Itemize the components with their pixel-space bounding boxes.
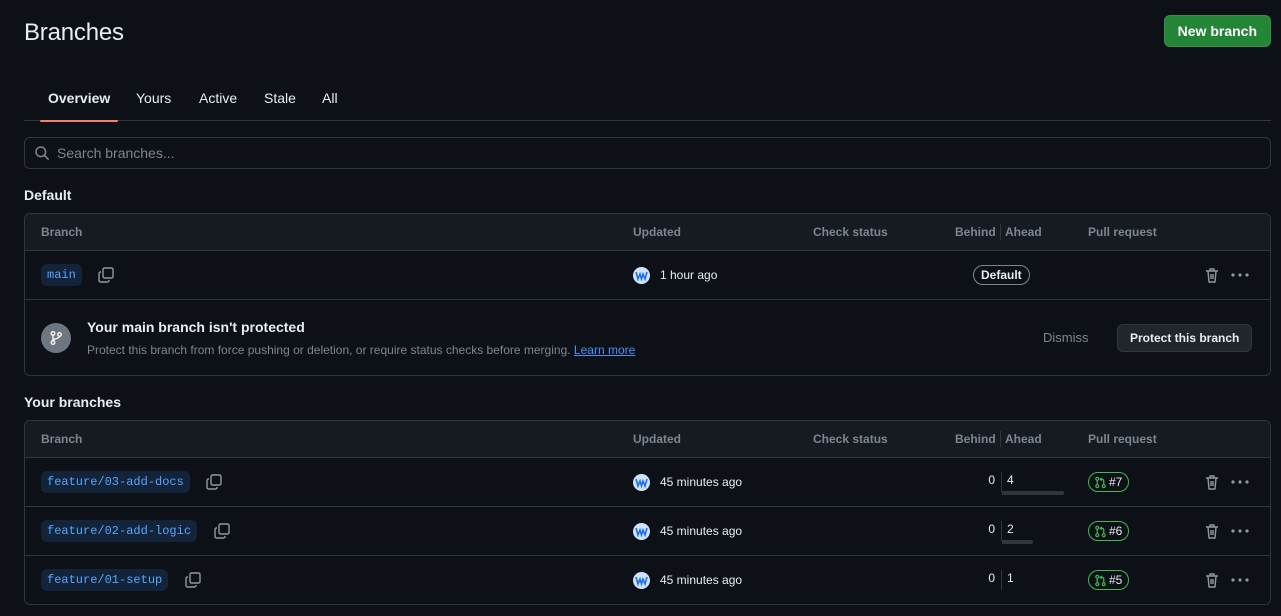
default-branch-table: Branch Updated Check status Behind Ahead… — [24, 213, 1271, 376]
pull-request-badge[interactable]: #7 — [1088, 472, 1130, 492]
search-input[interactable] — [57, 138, 1257, 168]
column-updated: Updated — [633, 225, 681, 239]
pull-request-number: #5 — [1109, 573, 1123, 587]
notice-text: Protect this branch from force pushing o… — [87, 343, 635, 357]
user-avatar[interactable] — [633, 474, 650, 491]
column-check-status: Check status — [813, 432, 888, 446]
user-avatar[interactable] — [633, 267, 650, 284]
column-behind: Behind — [955, 225, 996, 239]
updated-time: 1 hour ago — [660, 268, 718, 282]
tab-stale[interactable]: Stale — [264, 77, 296, 121]
default-section-title: Default — [24, 187, 72, 203]
copy-icon[interactable] — [205, 473, 223, 491]
table-row: main 1 hour ago Default — [25, 251, 1270, 300]
kebab-horizontal-icon[interactable] — [1230, 522, 1250, 540]
behind-count: 0 — [988, 522, 995, 536]
column-pull-request: Pull request — [1088, 432, 1157, 446]
behind-ahead-divider — [1000, 431, 1001, 447]
table-row: feature/02-add-logic 45 minutes ago 0 2 … — [25, 507, 1270, 556]
updated-time: 45 minutes ago — [660, 524, 743, 538]
copy-icon[interactable] — [97, 266, 115, 284]
notice-title: Your main branch isn't protected — [87, 319, 305, 335]
trash-icon[interactable] — [1203, 266, 1221, 284]
tab-yours[interactable]: Yours — [136, 77, 171, 121]
branches-page: Branches New branch Overview Yours Activ… — [24, 0, 1271, 616]
behind-ahead-divider — [1001, 521, 1002, 541]
table-row: feature/03-add-docs 45 minutes ago 0 4 #… — [25, 458, 1270, 507]
default-badge: Default — [973, 265, 1030, 285]
behind-ahead-divider — [1001, 570, 1002, 590]
branch-name-link[interactable]: feature/02-add-logic — [41, 520, 198, 542]
ahead-count: 2 — [1007, 522, 1014, 536]
pull-request-badge[interactable]: #5 — [1088, 570, 1130, 590]
column-check-status: Check status — [813, 225, 888, 239]
branch-name-link[interactable]: feature/03-add-docs — [41, 471, 190, 493]
git-pull-request-icon — [1095, 525, 1106, 538]
behind-ahead-divider — [1001, 472, 1002, 492]
column-behind: Behind — [955, 432, 996, 446]
kebab-horizontal-icon[interactable] — [1230, 473, 1250, 491]
behind-count: 0 — [988, 571, 995, 585]
ahead-count: 1 — [1007, 571, 1014, 585]
trash-icon[interactable] — [1203, 473, 1221, 491]
search-box — [24, 137, 1271, 169]
table-header: Branch Updated Check status Behind Ahead… — [25, 421, 1270, 458]
kebab-horizontal-icon[interactable] — [1230, 266, 1250, 284]
column-ahead: Ahead — [1005, 225, 1042, 239]
tab-active[interactable]: Active — [199, 77, 237, 121]
table-header: Branch Updated Check status Behind Ahead… — [25, 214, 1270, 251]
branch-name-link[interactable]: feature/01-setup — [41, 569, 169, 591]
column-branch: Branch — [41, 432, 83, 446]
ahead-bar — [1002, 491, 1064, 495]
kebab-horizontal-icon[interactable] — [1230, 571, 1250, 589]
ahead-count: 4 — [1007, 473, 1014, 487]
copy-icon[interactable] — [213, 522, 231, 540]
trash-icon[interactable] — [1203, 571, 1221, 589]
branch-name-link[interactable]: main — [41, 264, 82, 286]
pull-request-number: #6 — [1109, 524, 1123, 538]
updated-time: 45 minutes ago — [660, 475, 743, 489]
user-avatar[interactable] — [633, 523, 650, 540]
behind-ahead-divider — [1000, 224, 1001, 240]
ahead-bar — [1002, 540, 1033, 544]
table-row: feature/01-setup 45 minutes ago 0 1 #5 — [25, 556, 1270, 604]
notice-description: Protect this branch from force pushing o… — [87, 343, 571, 357]
behind-count: 0 — [988, 473, 995, 487]
learn-more-link[interactable]: Learn more — [574, 343, 635, 357]
search-icon — [35, 146, 49, 160]
pull-request-badge[interactable]: #6 — [1088, 521, 1130, 541]
branch-filter-tabs: Overview Yours Active Stale All — [24, 77, 1271, 122]
tab-overview[interactable]: Overview — [39, 77, 119, 122]
branch-protection-notice: Your main branch isn't protected Protect… — [25, 300, 1270, 375]
copy-icon[interactable] — [184, 571, 202, 589]
updated-time: 45 minutes ago — [660, 573, 743, 587]
column-branch: Branch — [41, 225, 83, 239]
column-pull-request: Pull request — [1088, 225, 1157, 239]
column-updated: Updated — [633, 432, 681, 446]
new-branch-button[interactable]: New branch — [1163, 15, 1271, 47]
pull-request-number: #7 — [1109, 475, 1123, 489]
your-branches-section-title: Your branches — [24, 394, 121, 410]
user-avatar[interactable] — [633, 572, 650, 589]
git-branch-icon — [41, 323, 71, 353]
column-ahead: Ahead — [1005, 432, 1042, 446]
dismiss-button[interactable]: Dismiss — [1043, 330, 1089, 345]
protect-branch-button[interactable]: Protect this branch — [1117, 324, 1253, 352]
trash-icon[interactable] — [1203, 522, 1221, 540]
page-title: Branches — [24, 19, 124, 46]
git-pull-request-icon — [1095, 476, 1106, 489]
git-pull-request-icon — [1095, 574, 1106, 587]
page-header: Branches New branch — [24, 15, 1271, 49]
your-branches-table: Branch Updated Check status Behind Ahead… — [24, 420, 1271, 605]
tab-all[interactable]: All — [322, 77, 338, 121]
